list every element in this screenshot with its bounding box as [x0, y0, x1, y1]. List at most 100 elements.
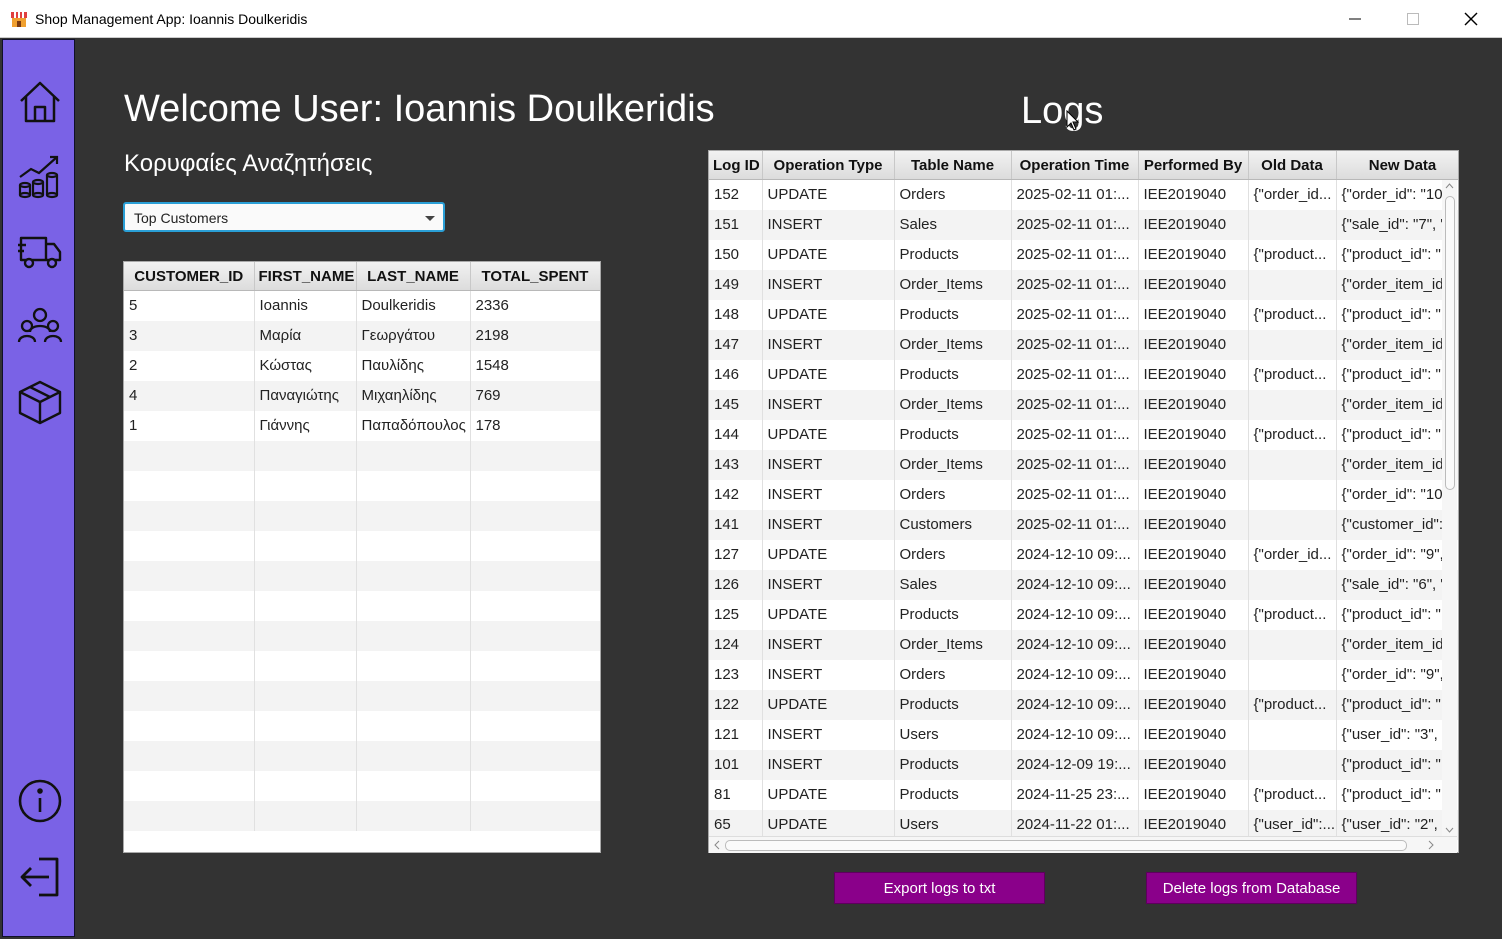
table-cell: 2025-02-11 01:... — [1011, 389, 1139, 420]
table-cell: 144 — [709, 419, 763, 450]
sidebar-item-logout[interactable] — [15, 852, 65, 902]
table-row[interactable]: 121 INSERT Users 2024-12-10 09:... IEE201904… — [709, 719, 1458, 750]
table-row[interactable] — [124, 800, 600, 831]
table-cell: UPDATE — [762, 539, 895, 570]
table-row[interactable]: 151 INSERT Sales 2025-02-11 01:... IEE201904… — [709, 209, 1458, 240]
table-row[interactable]: 65 UPDATE Users 2024-11-22 01:... IEE2019040… — [709, 809, 1458, 840]
column-header[interactable]: CUSTOMER_ID — [124, 262, 255, 291]
table-cell: 2025-02-11 01:... — [1011, 359, 1139, 390]
column-header[interactable]: Old Data — [1248, 151, 1337, 180]
logs-vertical-scrollbar[interactable] — [1442, 180, 1457, 836]
table-row[interactable]: 127 UPDATE Orders 2024-12-10 09:... IEE20190… — [709, 539, 1458, 570]
query-select[interactable]: Top Customers — [123, 202, 445, 232]
table-row[interactable] — [124, 530, 600, 561]
column-header[interactable]: Operation Type — [762, 151, 895, 180]
table-row[interactable]: 124 INSERT Order_Items 2024-12-10 09:... IEE… — [709, 629, 1458, 660]
table-row[interactable]: 1 Γιάννης Παπαδόπουλος 178 — [124, 410, 600, 441]
table-cell: 2025-02-11 01:... — [1011, 269, 1139, 300]
minimize-button[interactable] — [1326, 0, 1384, 38]
table-cell: UPDATE — [762, 299, 895, 330]
table-row[interactable]: 150 UPDATE Products 2025-02-11 01:... IEE201… — [709, 239, 1458, 270]
table-cell — [356, 710, 471, 741]
scrollbar-thumb[interactable] — [725, 840, 1407, 851]
column-header[interactable]: Log ID — [709, 151, 763, 180]
sidebar-item-info[interactable] — [15, 776, 65, 826]
delete-logs-button[interactable]: Delete logs from Database — [1146, 872, 1357, 904]
table-cell: Order_Items — [894, 449, 1012, 480]
table-cell: Order_Items — [894, 269, 1012, 300]
table-row[interactable]: 141 INSERT Customers 2025-02-11 01:... IEE20… — [709, 509, 1458, 540]
table-row[interactable]: 149 INSERT Order_Items 2025-02-11 01:... IEE… — [709, 269, 1458, 300]
table-row[interactable]: 142 INSERT Orders 2025-02-11 01:... IEE20190… — [709, 479, 1458, 510]
sidebar-item-orders[interactable] — [15, 226, 65, 276]
table-row[interactable]: 152 UPDATE Orders 2025-02-11 01:... IEE20190… — [709, 179, 1458, 210]
table-cell: 126 — [709, 569, 763, 600]
logs-horizontal-scrollbar[interactable] — [709, 836, 1457, 853]
table-cell — [1248, 629, 1337, 660]
table-row[interactable] — [124, 680, 600, 711]
table-cell: 101 — [709, 749, 763, 780]
table-cell — [254, 740, 357, 771]
table-row[interactable] — [124, 740, 600, 771]
table-row[interactable]: 81 UPDATE Products 2024-11-25 23:... IEE2019… — [709, 779, 1458, 810]
scrollbar-thumb[interactable] — [1445, 196, 1455, 490]
table-cell: UPDATE — [762, 239, 895, 270]
close-button[interactable] — [1442, 0, 1500, 38]
table-cell: 2025-02-11 01:... — [1011, 299, 1139, 330]
column-header[interactable]: Table Name — [894, 151, 1012, 180]
table-row[interactable]: 123 INSERT Orders 2024-12-10 09:... IEE20190… — [709, 659, 1458, 690]
table-cell — [356, 740, 471, 771]
table-cell: UPDATE — [762, 809, 895, 840]
table-row[interactable] — [124, 470, 600, 501]
table-row[interactable] — [124, 620, 600, 651]
table-row[interactable] — [124, 500, 600, 531]
table-row[interactable]: 122 UPDATE Products 2024-12-10 09:... IEE201… — [709, 689, 1458, 720]
logs-table[interactable]: Log ID Operation Type Table Name Operation … — [708, 150, 1459, 853]
column-header[interactable]: FIRST_NAME — [254, 262, 357, 291]
table-cell — [470, 650, 600, 681]
column-header[interactable]: New Data — [1336, 151, 1458, 180]
column-header[interactable]: Operation Time — [1011, 151, 1139, 180]
sidebar-item-customers[interactable] — [15, 302, 65, 352]
table-cell: {"product... — [1248, 689, 1337, 720]
column-header[interactable]: Performed By — [1138, 151, 1249, 180]
export-logs-button[interactable]: Export logs to txt — [834, 872, 1045, 904]
column-header[interactable]: LAST_NAME — [356, 262, 471, 291]
table-row[interactable]: 3 Μαρία Γεωργάτου 2198 — [124, 320, 600, 351]
table-row[interactable]: 144 UPDATE Products 2025-02-11 01:... IEE201… — [709, 419, 1458, 450]
table-row[interactable] — [124, 440, 600, 471]
table-cell: 2025-02-11 01:... — [1011, 329, 1139, 360]
table-cell: INSERT — [762, 569, 895, 600]
table-cell: 121 — [709, 719, 763, 750]
table-row[interactable]: 5 Ioannis Doulkeridis 2336 — [124, 290, 600, 321]
table-row[interactable] — [124, 770, 600, 801]
sidebar-item-sales[interactable] — [15, 151, 65, 201]
table-cell: {"order_id": "9", — [1336, 659, 1458, 690]
sidebar-item-home[interactable] — [15, 77, 65, 127]
table-row[interactable] — [124, 560, 600, 591]
table-row[interactable]: 4 Παναγιώτης Μιχαηλίδης 769 — [124, 380, 600, 411]
table-row[interactable] — [124, 590, 600, 621]
table-row[interactable]: 125 UPDATE Products 2024-12-10 09:... IEE201… — [709, 599, 1458, 630]
table-row[interactable]: 126 INSERT Sales 2024-12-10 09:... IEE201904… — [709, 569, 1458, 600]
column-header[interactable]: TOTAL_SPENT — [470, 262, 600, 291]
table-row[interactable] — [124, 650, 600, 681]
table-cell: {"order_item_id — [1336, 449, 1458, 480]
table-row[interactable]: 146 UPDATE Products 2025-02-11 01:... IEE201… — [709, 359, 1458, 390]
table-row[interactable]: 101 INSERT Products 2024-12-09 19:... IEE201… — [709, 749, 1458, 780]
table-cell: 2 — [124, 350, 255, 381]
table-cell: 2024-12-09 19:... — [1011, 749, 1139, 780]
table-row[interactable]: 148 UPDATE Products 2025-02-11 01:... IEE201… — [709, 299, 1458, 330]
maximize-button[interactable] — [1384, 0, 1442, 38]
table-row[interactable] — [124, 710, 600, 741]
table-cell — [124, 440, 255, 471]
customers-table[interactable]: CUSTOMER_ID FIRST_NAME LAST_NAME TOTAL_SPEN… — [123, 261, 601, 853]
table-row[interactable]: 2 Κώστας Παυλίδης 1548 — [124, 350, 600, 381]
table-row[interactable]: 143 INSERT Order_Items 2025-02-11 01:... IEE… — [709, 449, 1458, 480]
sidebar-item-products[interactable] — [15, 377, 65, 427]
table-row[interactable]: 147 INSERT Order_Items 2025-02-11 01:... IEE… — [709, 329, 1458, 360]
table-cell — [254, 680, 357, 711]
table-cell: {"sale_id": "7", " — [1336, 209, 1458, 240]
table-row[interactable]: 145 INSERT Order_Items 2025-02-11 01:... IEE… — [709, 389, 1458, 420]
table-cell: 152 — [709, 179, 763, 210]
